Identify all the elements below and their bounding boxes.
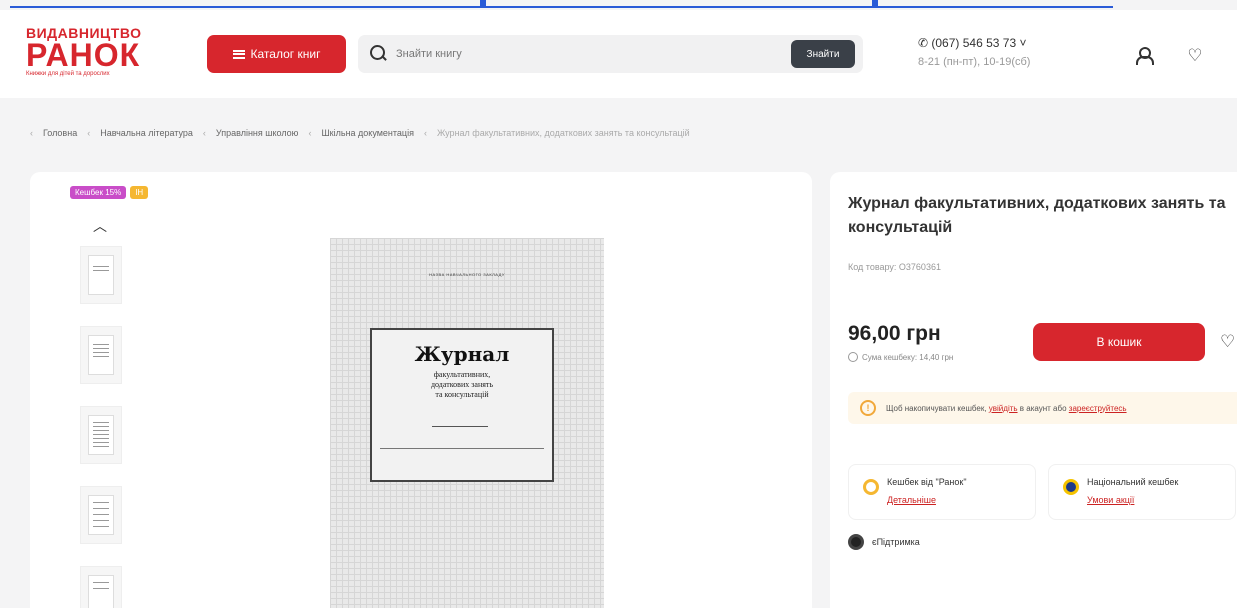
breadcrumb-item-home[interactable]: Головна: [43, 128, 77, 138]
login-link[interactable]: увійдіть: [989, 404, 1018, 413]
notice-text: Щоб накопичувати кешбек, увійдіть в акау…: [886, 404, 1127, 413]
heart-icon[interactable]: ♡: [1220, 332, 1235, 352]
cover-top-text: НАЗВА НАВЧАЛЬНОГО ЗАКЛАДУ: [429, 272, 505, 277]
wishlist-button[interactable]: ♡: [1180, 40, 1210, 70]
heart-icon: ♡: [1187, 45, 1203, 65]
cover-title-box: Журнал факультативних, додаткових занять…: [370, 328, 554, 482]
notice-text-mid: в акаунт або: [1019, 403, 1067, 413]
cover-line: [432, 426, 488, 427]
thumbnail[interactable]: [80, 246, 122, 304]
cashback-sum: Сума кешбеку: 14,40 грн: [848, 352, 953, 362]
breadcrumb-separator: ‹: [87, 128, 91, 138]
details-link[interactable]: Детальніше: [887, 495, 936, 505]
breadcrumb-item-literature[interactable]: Навчальна література: [100, 128, 193, 138]
support-badge[interactable]: єПідтримка: [848, 534, 920, 550]
breadcrumb-separator: ‹: [30, 128, 33, 138]
product-badges: Кешбек 15% ІН: [70, 186, 149, 199]
warning-icon: !: [860, 400, 876, 416]
thumbnail-page: [88, 415, 114, 455]
thumbnail-page: [88, 255, 114, 295]
thumbnail[interactable]: [80, 406, 122, 464]
cashback-card-title: Національний кешбек: [1087, 477, 1179, 487]
contacts-block: ✆ (067) 546 53 73 ˅ 8-21 (пн-пт), 10-19(…: [918, 36, 1068, 68]
cashback-notice: ! Щоб накопичувати кешбек, увійдіть в ак…: [848, 392, 1237, 424]
menu-icon: [232, 49, 245, 59]
search-icon: [370, 45, 388, 63]
ranok-cashback-card: Кешбек від "Ранок" Детальніше: [848, 464, 1036, 520]
page-title: Журнал факультативних, додаткових занять…: [848, 195, 1226, 236]
search-button[interactable]: Знайти: [791, 40, 855, 68]
catalog-button-label: Каталог книг: [250, 47, 321, 61]
breadcrumb-separator: ‹: [423, 128, 427, 138]
breadcrumb-item-documentation[interactable]: Шкільна документація: [321, 128, 414, 138]
phone-number: (067) 546 53 73: [931, 36, 1017, 50]
breadcrumb: ‹ Головна ‹ Навчальна література ‹ Управ…: [30, 128, 690, 138]
info-icon: [848, 352, 858, 362]
search-input[interactable]: [396, 48, 791, 60]
user-icon: [1136, 47, 1154, 65]
breadcrumb-separator: ‹: [308, 128, 312, 138]
breadcrumb-item-current: Журнал факультативних, додаткових занять…: [436, 128, 690, 138]
chevron-down-icon: ˅: [1016, 36, 1027, 50]
site-header: ВИДАВНИЦТВО РАНОК Книжки для дітей та до…: [0, 10, 1237, 98]
thumbnail[interactable]: [80, 486, 122, 544]
support-icon: [848, 534, 864, 550]
cashback-sum-text: Сума кешбеку: 14,40 грн: [862, 352, 954, 362]
product-gallery: Кешбек 15% ІН ︿ НАЗВА НАВЧАЛЬНОГО ЗАКЛАД…: [30, 172, 812, 608]
notice-text-start: Щоб накопичувати кешбек,: [886, 403, 987, 413]
cover-line: [380, 448, 544, 449]
ranok-logo[interactable]: ВИДАВНИЦТВО РАНОК Книжки для дітей та до…: [26, 26, 156, 84]
account-button[interactable]: [1128, 40, 1158, 70]
thumbnail-page: [88, 495, 114, 535]
product-cover-image[interactable]: НАЗВА НАВЧАЛЬНОГО ЗАКЛАДУ Журнал факульт…: [330, 238, 604, 608]
cashback-card-title: Кешбек від "Ранок": [887, 477, 967, 487]
search-bar: Знайти: [358, 35, 863, 73]
coin-icon: [863, 479, 879, 495]
add-to-cart-button[interactable]: В кошик: [1033, 323, 1205, 361]
thumbnail-page: [88, 575, 114, 608]
top-line-tick: [480, 0, 486, 6]
cover-subtitle: факультативних, додаткових занять та кон…: [430, 370, 494, 399]
thumbnail-page: [88, 335, 114, 375]
product-sku: Код товару: О3760361: [848, 262, 941, 272]
status-badge: ІН: [130, 186, 149, 199]
catalog-button[interactable]: Каталог книг: [207, 35, 346, 73]
thumbnail[interactable]: [80, 566, 122, 608]
product-price: 96,00 грн: [848, 322, 941, 345]
phone-dropdown[interactable]: ✆ (067) 546 53 73 ˅: [918, 36, 1068, 50]
breadcrumb-separator: ‹: [202, 128, 206, 138]
product-info-panel: Журнал факультативних, додаткових занять…: [830, 172, 1237, 608]
logo-line2: РАНОК: [26, 37, 141, 73]
breadcrumb-item-school-management[interactable]: Управління школою: [216, 128, 299, 138]
national-cashback-icon: [1063, 479, 1079, 495]
cover-title: Журнал: [414, 342, 510, 366]
thumbnail[interactable]: [80, 326, 122, 384]
top-line-tick: [872, 0, 878, 6]
chevron-up-icon[interactable]: ︿: [93, 216, 107, 236]
support-label: єПідтримка: [872, 537, 920, 547]
register-link[interactable]: зареєструйтесь: [1069, 404, 1127, 413]
national-cashback-card: Національний кешбек Умови акції: [1048, 464, 1236, 520]
working-hours: 8-21 (пн-пт), 10-19(сб): [918, 56, 1031, 68]
phone-icon: ✆: [918, 36, 932, 50]
top-progress-line: [10, 0, 1113, 8]
promo-terms-link[interactable]: Умови акції: [1087, 495, 1134, 505]
cashback-badge: Кешбек 15%: [70, 186, 127, 199]
